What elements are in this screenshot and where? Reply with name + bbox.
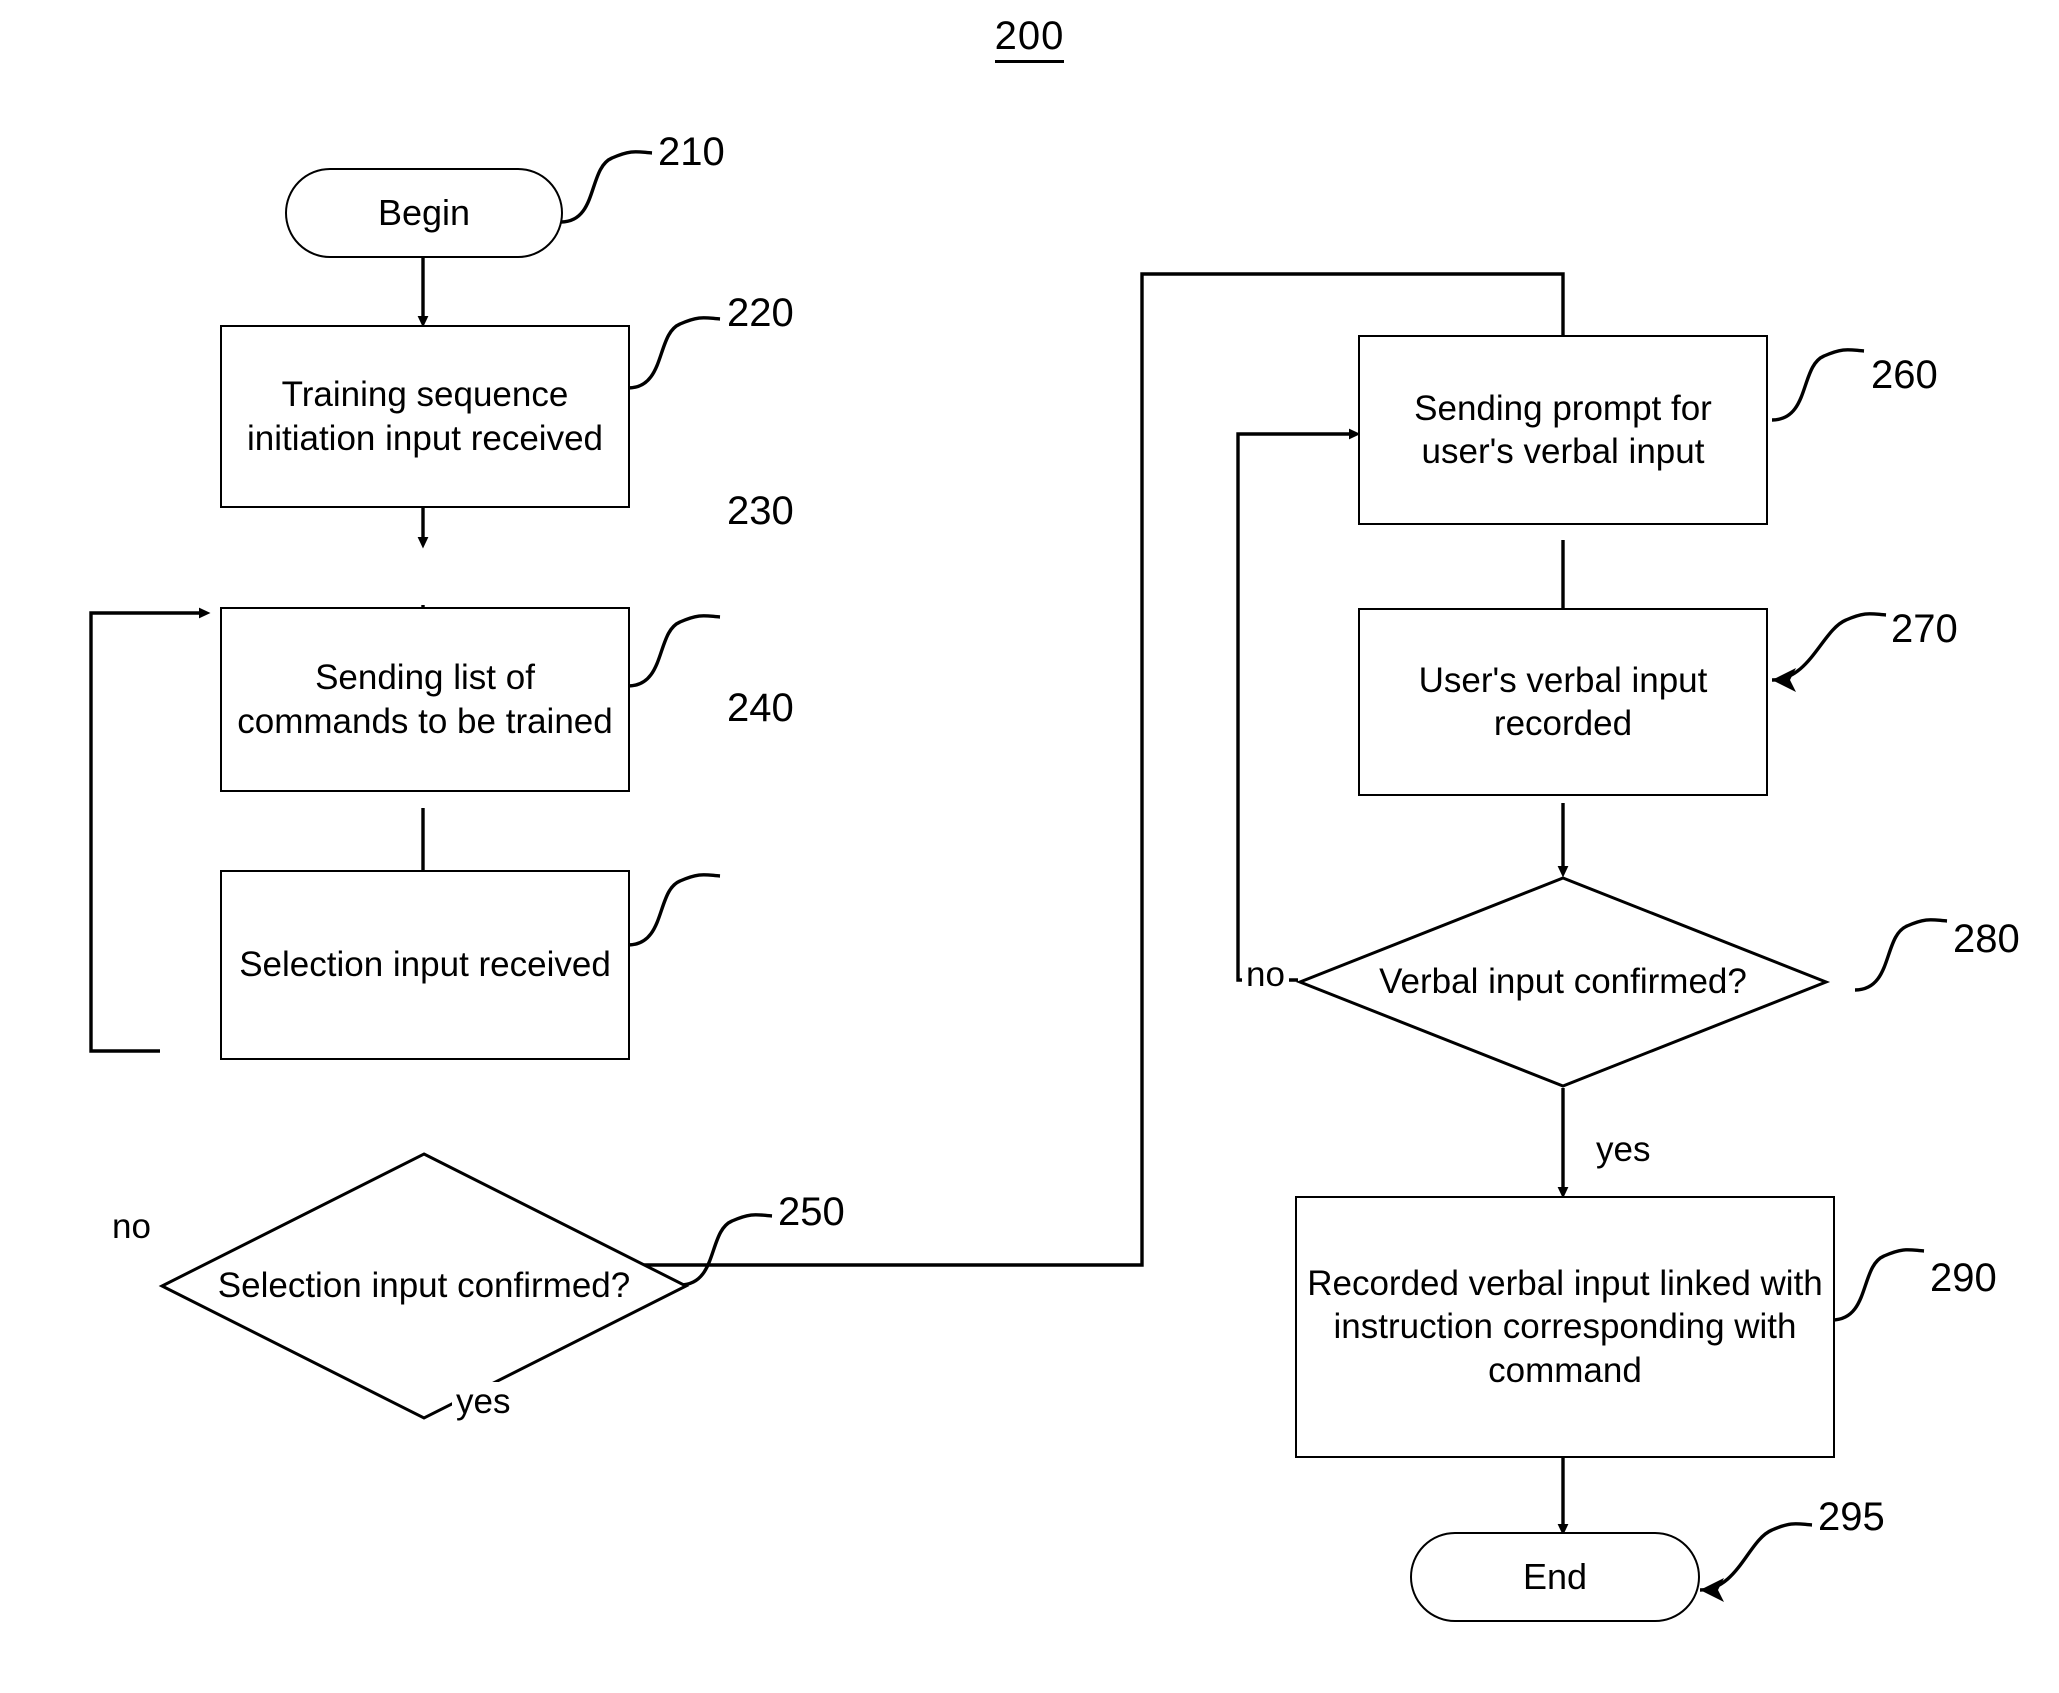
edge-label-yes-280: yes [1592, 1130, 1655, 1170]
ref-290: 290 [1930, 1256, 1997, 1300]
ref-250: 250 [778, 1190, 845, 1234]
leader-290 [1831, 1248, 1925, 1322]
leader-295 [1699, 1522, 1813, 1592]
leader-240 [627, 873, 721, 947]
node-sending-list-of-commands[interactable]: Sending list of commands to be trained [220, 607, 630, 792]
edge-label-no-280: no [1242, 955, 1289, 995]
edge-label-yes-250: yes [452, 1382, 515, 1422]
node-selection-input-received[interactable]: Selection input received [220, 870, 630, 1060]
edge-label-no-250: no [108, 1207, 155, 1247]
leader-295-arrowhead [1700, 1578, 1724, 1602]
node-260-label: Sending prompt for user's verbal input [1414, 388, 1712, 471]
ref-260: 260 [1871, 353, 1938, 397]
leader-210 [560, 150, 653, 224]
node-recorded-verbal-input-linked[interactable]: Recorded verbal input linked with instru… [1295, 1196, 1835, 1458]
ref-270: 270 [1891, 607, 1958, 651]
node-220-label: Training sequence initiation input recei… [246, 375, 604, 458]
leader-230 [627, 614, 721, 688]
leader-260 [1771, 348, 1865, 422]
node-end[interactable]: End [1410, 1532, 1700, 1622]
node-end-label: End [1522, 1555, 1588, 1597]
edge-250-no-to-230 [89, 607, 211, 1053]
node-begin[interactable]: Begin [285, 168, 563, 258]
leader-arrowheads [1700, 668, 1796, 1602]
leader-270-arrowhead [1772, 668, 1796, 692]
node-verbal-input-recorded[interactable]: User's verbal input recorded [1358, 608, 1768, 796]
leader-270 [1771, 612, 1887, 682]
node-verbal-input-confirmed[interactable]: Verbal input confirmed? [1295, 876, 1831, 1088]
leader-220 [627, 316, 721, 390]
ref-280: 280 [1953, 917, 2020, 961]
figure-number: 200 [0, 14, 2059, 63]
flowchart-canvas: 200 Begin 210 Training sequence initiati… [0, 0, 2059, 1693]
ref-210: 210 [658, 130, 725, 174]
node-begin-label: Begin [377, 191, 471, 233]
leader-280 [1854, 918, 1948, 992]
ref-220: 220 [727, 291, 794, 335]
node-250-label: Selection input confirmed? [217, 1266, 631, 1306]
leader-250 [679, 1213, 773, 1287]
node-sending-prompt-for-verbal-input[interactable]: Sending prompt for user's verbal input [1358, 335, 1768, 525]
node-290-label: Recorded verbal input linked with instru… [1307, 1263, 1823, 1390]
node-selection-input-confirmed[interactable]: Selection input confirmed? [158, 1152, 690, 1420]
node-230-label: Sending list of commands to be trained [237, 658, 613, 741]
ref-230: 230 [727, 489, 794, 533]
node-training-sequence-initiation[interactable]: Training sequence initiation input recei… [220, 325, 630, 508]
node-280-label: Verbal input confirmed? [1379, 962, 1747, 1002]
node-240-label: Selection input received [239, 945, 611, 985]
ref-240: 240 [727, 686, 794, 730]
node-270-label: User's verbal input recorded [1418, 660, 1708, 743]
ref-295: 295 [1818, 1495, 1885, 1539]
